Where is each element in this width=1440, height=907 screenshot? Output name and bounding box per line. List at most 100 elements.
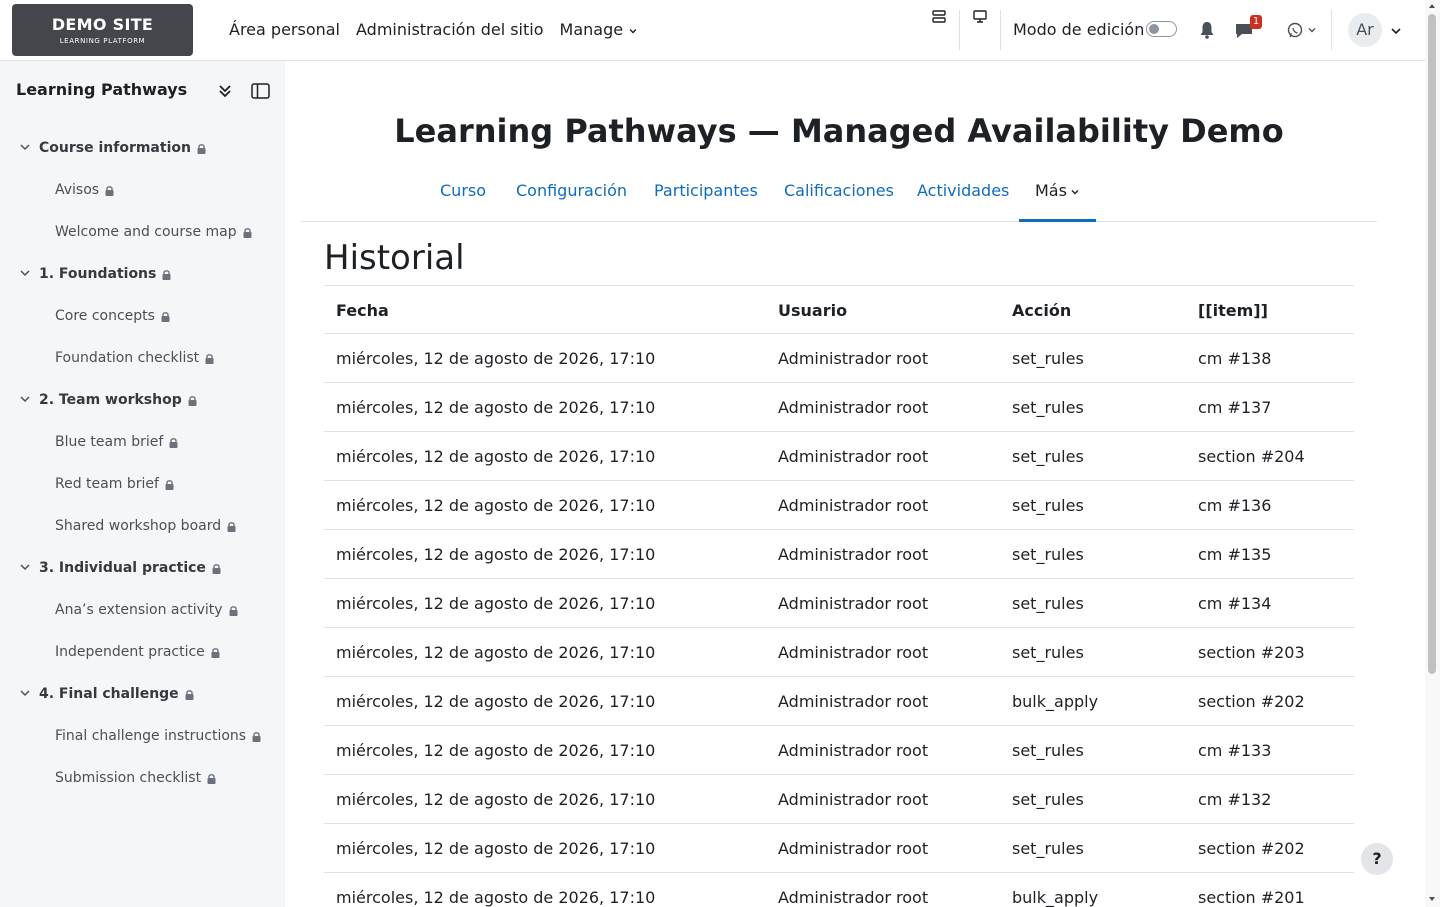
course-index-item[interactable]: Welcome and course map — [0, 211, 285, 253]
page-scrollbar[interactable] — [1425, 0, 1440, 907]
course-index-item[interactable]: Blue team brief — [0, 421, 285, 463]
page-title: Learning Pathways — Managed Availability… — [394, 112, 1284, 150]
table-cell: miércoles, 12 de agosto de 2026, 17:10 — [336, 741, 656, 760]
present-icon[interactable] — [969, 5, 991, 27]
table-cell: set_rules — [1012, 496, 1084, 515]
table-cell: Administrador root — [778, 398, 929, 417]
chevron-down-icon[interactable] — [19, 267, 31, 279]
table-cell: Administrador root — [778, 496, 929, 515]
column-header[interactable]: Fecha — [336, 286, 389, 335]
tab-4[interactable]: Actividades — [901, 165, 1025, 222]
table-cell: Administrador root — [778, 888, 929, 907]
course-index-section[interactable]: 4. Final challenge — [0, 673, 285, 715]
lock-icon — [169, 437, 178, 448]
lock-icon — [161, 311, 170, 322]
tab-5[interactable]: Más — [1019, 165, 1096, 222]
message-count-badge: 1 — [1250, 15, 1262, 29]
course-index-section[interactable]: 3. Individual practice — [0, 547, 285, 589]
item-label: Foundation checklist — [55, 350, 200, 366]
table-row: miércoles, 12 de agosto de 2026, 17:10 Ad… — [324, 334, 1354, 383]
item-label: Ana’s extension activity — [55, 602, 223, 618]
table-cell: miércoles, 12 de agosto de 2026, 17:10 — [336, 545, 656, 564]
chevron-down-icon[interactable] — [1390, 25, 1402, 37]
table-cell: miércoles, 12 de agosto de 2026, 17:10 — [336, 839, 656, 858]
scrollbar-thumb[interactable] — [1428, 14, 1436, 674]
table-cell: set_rules — [1012, 349, 1084, 368]
blocks-icon[interactable] — [928, 6, 950, 28]
course-index-item[interactable]: Red team brief — [0, 463, 285, 505]
table-row: miércoles, 12 de agosto de 2026, 17:10 Ad… — [324, 628, 1354, 677]
chevron-down-icon[interactable] — [19, 393, 31, 405]
course-index: Course information Avisos Welcome and cour… — [0, 127, 285, 799]
section-label: Course information — [39, 140, 191, 156]
bell-icon[interactable] — [1197, 19, 1217, 41]
chevron-down-icon[interactable] — [19, 687, 31, 699]
table-cell: cm #133 — [1198, 741, 1272, 760]
course-index-section[interactable]: 1. Foundations — [0, 253, 285, 295]
column-header[interactable]: Acción — [1012, 286, 1071, 335]
table-cell: cm #135 — [1198, 545, 1272, 564]
item-label: Core concepts — [55, 308, 155, 324]
table-row: miércoles, 12 de agosto de 2026, 17:10 Ad… — [324, 775, 1354, 824]
tab-label: Configuración — [516, 181, 628, 200]
table-cell: set_rules — [1012, 398, 1084, 417]
table-cell: section #204 — [1198, 447, 1305, 466]
course-index-item[interactable]: Core concepts — [0, 295, 285, 337]
tab-1[interactable]: Configuración — [500, 165, 643, 222]
scroll-up-icon[interactable] — [1428, 2, 1436, 10]
lock-icon — [207, 773, 216, 784]
site-logo[interactable]: DEMO SITE LEARNING PLATFORM — [12, 4, 193, 56]
lock-icon — [252, 731, 261, 742]
course-index-item[interactable]: Avisos — [0, 169, 285, 211]
collapse-all-icon[interactable] — [217, 83, 233, 99]
chevron-down-icon[interactable] — [19, 141, 31, 153]
sidebar-toggle-icon[interactable] — [251, 83, 270, 99]
edit-mode-toggle[interactable] — [1146, 21, 1177, 37]
column-header[interactable]: Usuario — [778, 286, 847, 335]
course-index-item[interactable]: Final challenge instructions — [0, 715, 285, 757]
table-cell: Administrador root — [778, 643, 929, 662]
nav-manage[interactable]: Manage — [560, 19, 639, 41]
item-label: Avisos — [55, 182, 100, 198]
column-header[interactable]: [[item]] — [1198, 286, 1268, 335]
tab-0[interactable]: Curso — [424, 165, 502, 222]
edit-mode-label: Modo de edición — [1013, 20, 1145, 39]
table-row: miércoles, 12 de agosto de 2026, 17:10 Ad… — [324, 432, 1354, 481]
chevron-down-icon[interactable] — [19, 561, 31, 573]
course-index-item[interactable]: Independent practice — [0, 631, 285, 673]
table-cell: set_rules — [1012, 594, 1084, 613]
table-cell: cm #132 — [1198, 790, 1272, 809]
table-cell: Administrador root — [778, 692, 929, 711]
secondary-navigation: Curso Configuración Participantes Calificac… — [301, 165, 1377, 222]
course-index-item[interactable]: Shared workshop board — [0, 505, 285, 547]
item-label: Final challenge instructions — [55, 728, 247, 744]
avatar[interactable]: Ar — [1348, 13, 1382, 47]
tab-3[interactable]: Calificaciones — [768, 165, 910, 222]
chevron-down-icon — [1071, 189, 1079, 194]
item-label: Independent practice — [55, 644, 205, 660]
drawer-course-title[interactable]: Learning Pathways ... — [16, 79, 191, 101]
table-cell: miércoles, 12 de agosto de 2026, 17:10 — [336, 888, 656, 907]
nav-site-admin[interactable]: Administración del sitio — [356, 19, 544, 41]
nav-home[interactable]: Área personal — [229, 19, 340, 41]
course-index-item[interactable]: Ana’s extension activity — [0, 589, 285, 631]
table-cell: set_rules — [1012, 839, 1084, 858]
table-cell: set_rules — [1012, 790, 1084, 809]
table-row: miércoles, 12 de agosto de 2026, 17:10 Ad… — [324, 824, 1354, 873]
course-index-item[interactable]: Foundation checklist — [0, 337, 285, 379]
table-cell: cm #137 — [1198, 398, 1272, 417]
table-row: miércoles, 12 de agosto de 2026, 17:10 Ad… — [324, 481, 1354, 530]
course-index-section[interactable]: 2. Team workshop — [0, 379, 285, 421]
tab-label: Curso — [440, 181, 487, 200]
table-cell: Administrador root — [778, 790, 929, 809]
table-cell: miércoles, 12 de agosto de 2026, 17:10 — [336, 692, 656, 711]
scroll-down-icon[interactable] — [1428, 895, 1436, 903]
tab-2[interactable]: Participantes — [638, 165, 774, 222]
table-cell: miércoles, 12 de agosto de 2026, 17:10 — [336, 643, 656, 662]
table-row: miércoles, 12 de agosto de 2026, 17:10 Ad… — [324, 873, 1354, 907]
course-index-item[interactable]: Submission checklist — [0, 757, 285, 799]
course-index-section[interactable]: Course information — [0, 127, 285, 169]
table-cell: section #202 — [1198, 839, 1305, 858]
help-button[interactable]: ? — [1361, 843, 1393, 875]
whatsapp-icon[interactable] — [1286, 20, 1318, 40]
